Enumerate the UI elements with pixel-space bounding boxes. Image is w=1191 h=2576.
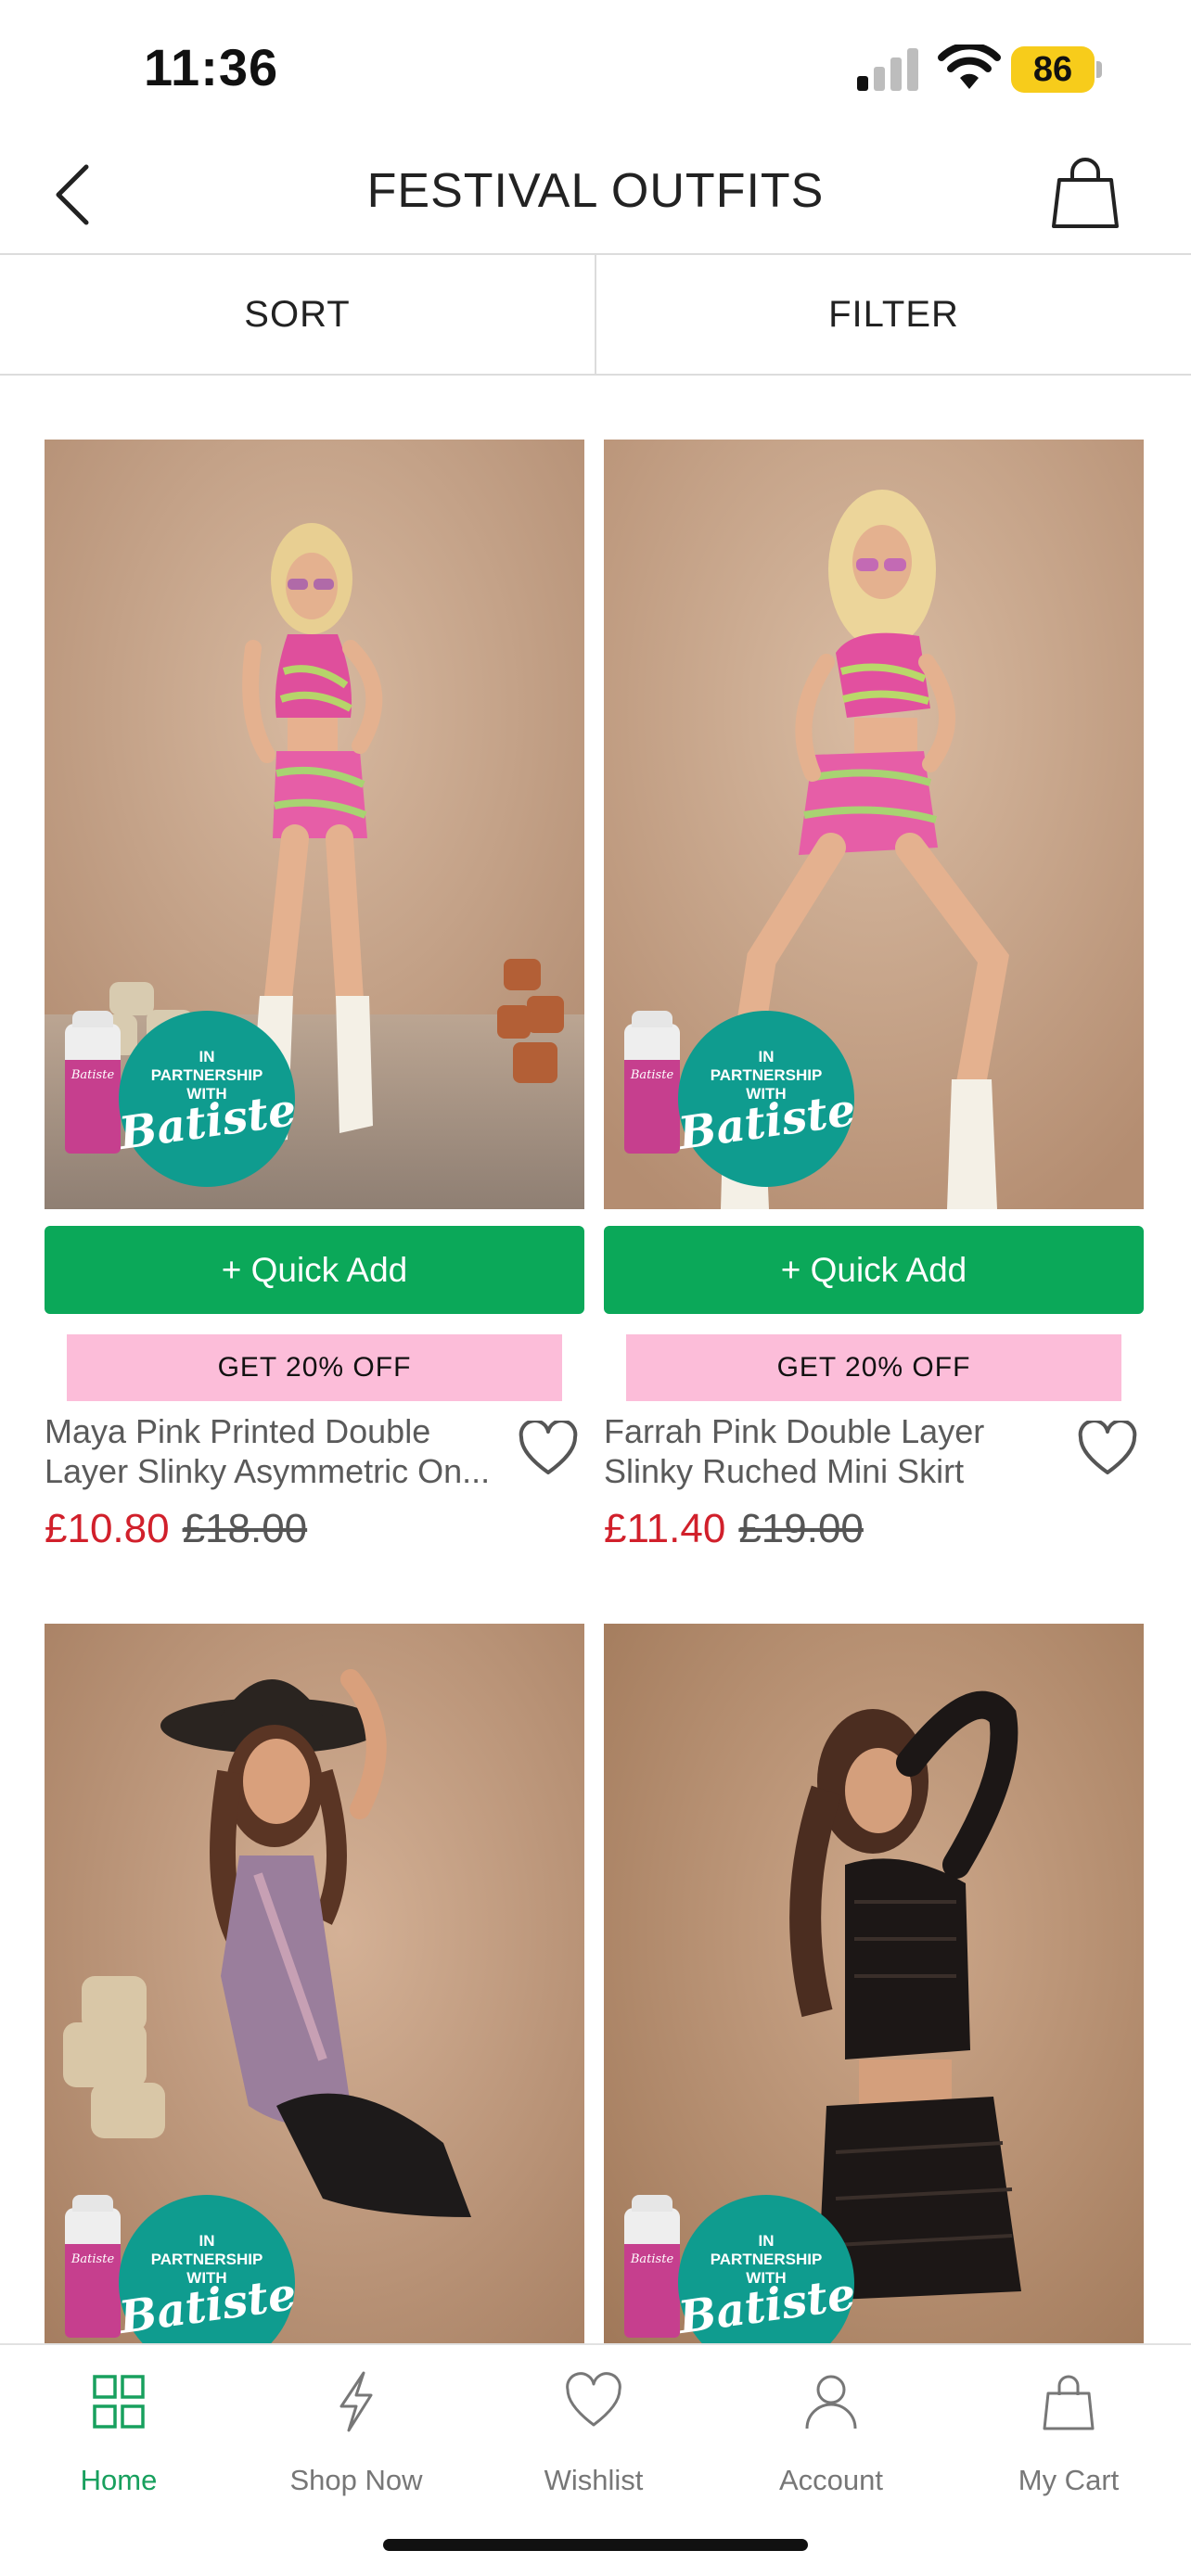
battery-indicator: 86 [1011,46,1104,93]
page-title: FESTIVAL OUTFITS [366,164,825,218]
nav-shop-now[interactable]: Shop Now [237,2345,475,2512]
filter-button[interactable]: FILTER [596,255,1191,374]
product-spray-image: Batiste [65,1011,121,1154]
quick-add-button[interactable]: + Quick Add [604,1226,1144,1314]
product-card: Batiste IN PARTNERSHIP WITH Batiste [604,1624,1144,2343]
sale-price: £11.40 [604,1506,726,1551]
nav-my-cart[interactable]: My Cart [950,2345,1187,2512]
product-spray-image: Batiste [624,2195,680,2338]
grid-icon [93,2375,145,2429]
product-image[interactable]: Batiste IN PARTNERSHIP WITH Batiste [604,440,1144,1209]
product-name[interactable]: Farrah Pink Double Layer Slinky Ruched M… [604,1411,1068,1491]
product-image[interactable]: Batiste IN PARTNERSHIP WITH Batiste [45,440,584,1209]
original-price: £19.00 [738,1506,864,1551]
sort-button[interactable]: SORT [0,255,595,374]
product-image[interactable]: Batiste IN PARTNERSHIP WITH Batiste [604,1624,1144,2343]
nav-wishlist[interactable]: Wishlist [475,2345,712,2512]
sort-filter-bar: SORT FILTER [0,255,1191,376]
wishlist-heart-icon[interactable] [518,1421,579,1478]
promo-banner: GET 20% OFF [67,1334,562,1401]
status-bar: 11:36 86 [0,0,1191,130]
partnership-badge: IN PARTNERSHIP WITH Batiste [116,1011,300,1187]
page-header: FESTIVAL OUTFITS [0,130,1191,255]
promo-banner: GET 20% OFF [626,1334,1121,1401]
heart-icon [566,2372,621,2427]
product-spray-image: Batiste [65,2195,121,2338]
price: £11.40 £19.00 [604,1506,864,1552]
user-icon [805,2375,857,2429]
partnership-badge: IN PARTNERSHIP WITH Batiste [675,1011,859,1187]
sale-price: £10.80 [45,1506,170,1551]
lightning-icon [339,2371,373,2432]
product-card: Batiste IN PARTNERSHIP WITH Batiste [45,1624,584,2343]
original-price: £18.00 [182,1506,308,1551]
bag-icon [1043,2375,1095,2430]
shopping-bag-icon[interactable] [1048,154,1122,232]
price: £10.80 £18.00 [45,1506,307,1552]
status-time: 11:36 [144,38,279,96]
product-name[interactable]: Maya Pink Printed Double Layer Slinky As… [45,1411,508,1491]
wishlist-heart-icon[interactable] [1077,1421,1138,1478]
nav-home[interactable]: Home [0,2345,237,2512]
product-image[interactable]: Batiste IN PARTNERSHIP WITH Batiste [45,1624,584,2343]
quick-add-button[interactable]: + Quick Add [45,1226,584,1314]
product-spray-image: Batiste [624,1011,680,1154]
wifi-icon [938,45,1001,89]
battery-level: 86 [1032,50,1073,89]
cellular-signal-icon [857,48,918,91]
home-indicator [383,2539,808,2551]
nav-account[interactable]: Account [712,2345,950,2512]
